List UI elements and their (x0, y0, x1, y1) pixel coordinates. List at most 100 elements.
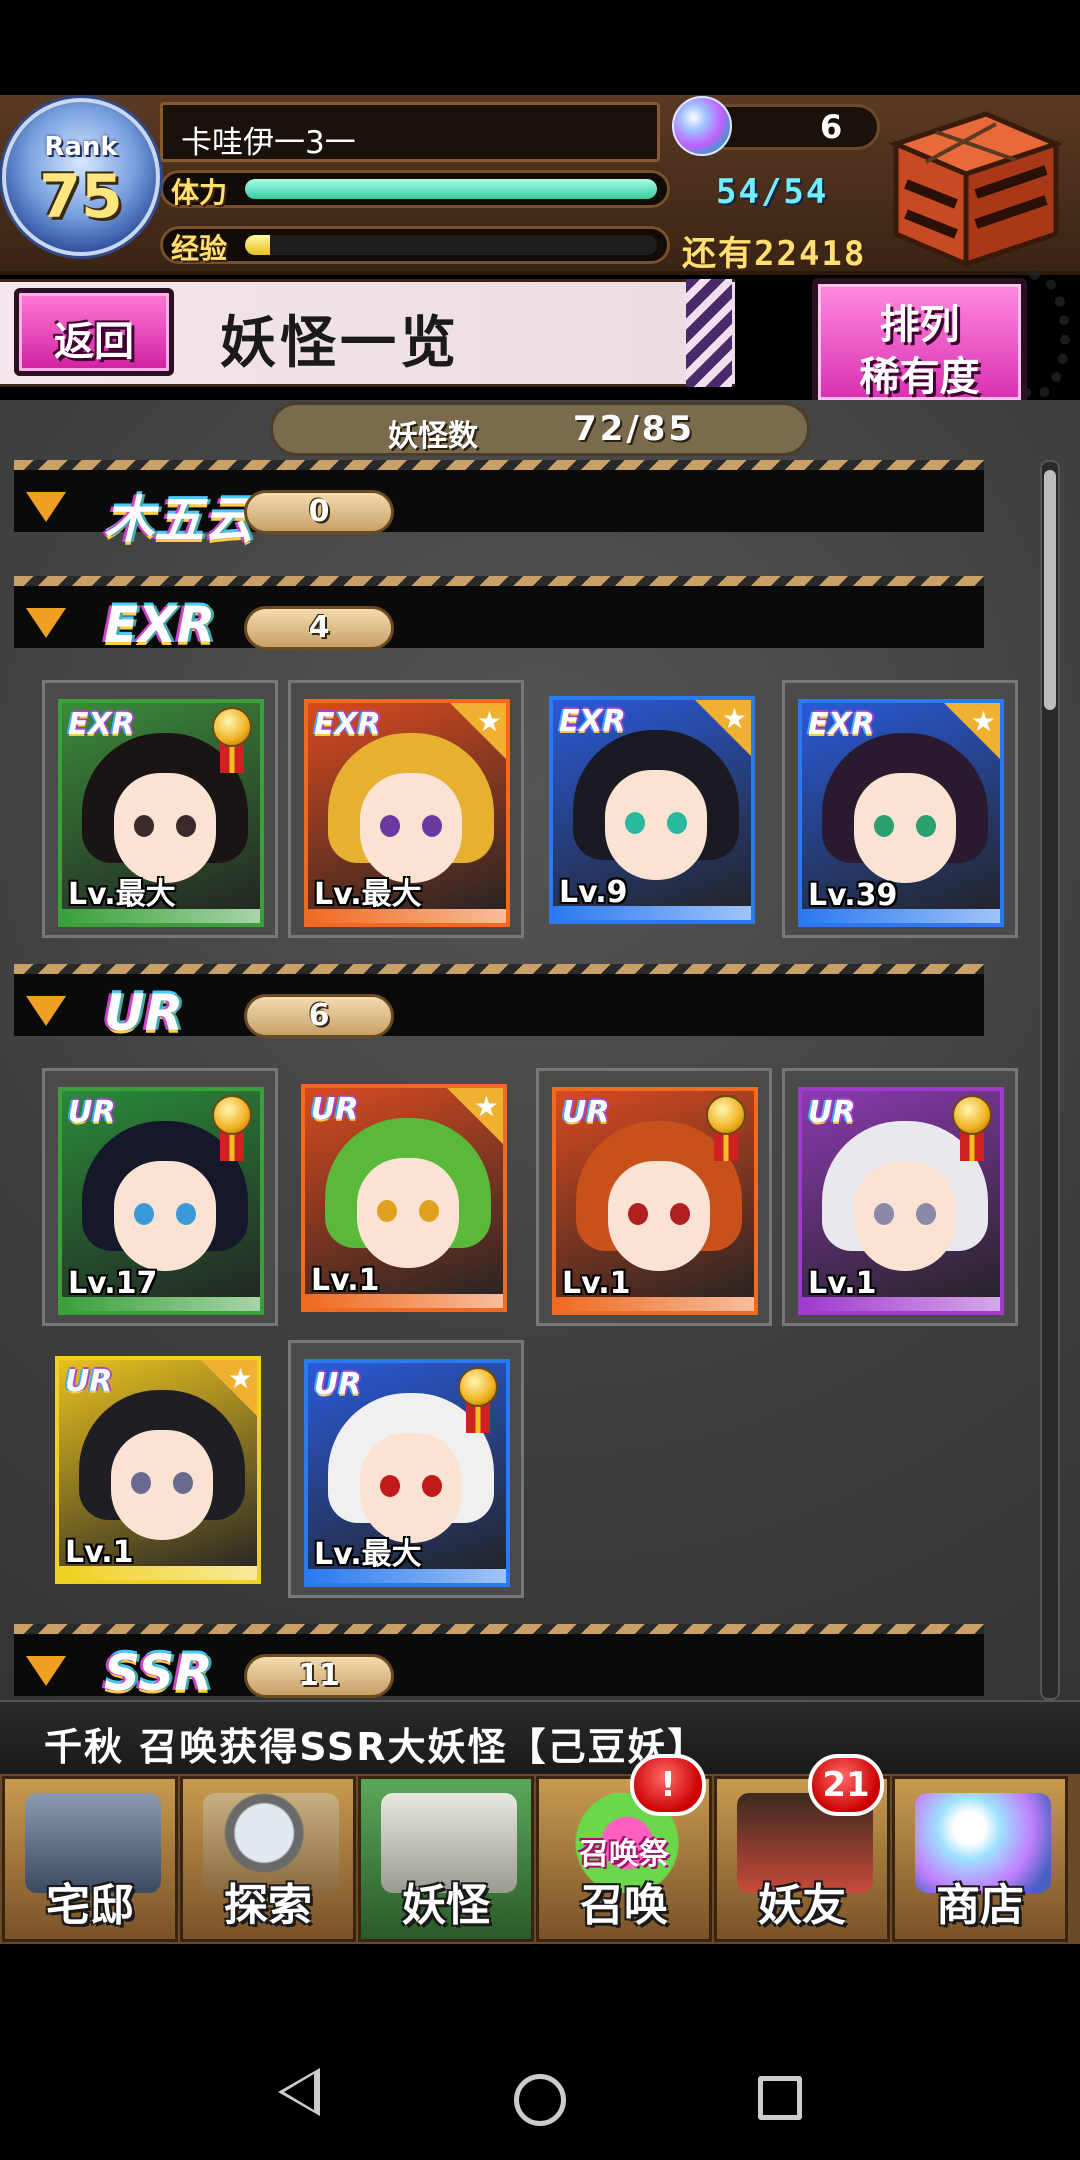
star-icon: ★ (473, 1090, 499, 1123)
level-label: Lv.1 (562, 1266, 631, 1301)
system-back-icon[interactable] (278, 2068, 320, 2116)
nav-label: 妖友 (758, 1880, 846, 1931)
page-title: 妖怪一览 (220, 311, 460, 376)
notification-count: 21 (822, 1765, 870, 1805)
nav-magnifier[interactable]: 探索 (180, 1776, 356, 1942)
nav-label: 宅邸 (46, 1880, 134, 1931)
rarity-section-header[interactable]: SSR 11 (14, 1624, 984, 1702)
eye-shape (419, 1200, 439, 1222)
yokai-count-label: 妖怪数 (388, 419, 478, 454)
eye-shape (874, 1203, 894, 1225)
exp-remaining: 还有22418 (682, 234, 867, 274)
star-icon: ★ (476, 705, 502, 738)
rarity-badge: UR (65, 1364, 113, 1399)
status-bar (0, 0, 1080, 95)
collapse-arrow-icon[interactable] (26, 492, 66, 522)
yokai-card[interactable]: UR Lv.最大 (288, 1340, 524, 1598)
rarity-badge: EXR (559, 704, 626, 739)
face-shape (854, 1161, 956, 1271)
collapse-arrow-icon[interactable] (26, 608, 66, 638)
stamina-label: 体力 (171, 176, 228, 209)
face-shape (608, 1161, 710, 1271)
ribbon-icon (220, 743, 244, 773)
yokai-card[interactable]: ★ EXR Lv.最大 (288, 680, 524, 938)
rarity-section-header[interactable]: UR 6 (14, 964, 984, 1042)
nav-label: 召唤 (580, 1880, 668, 1931)
eye-shape (380, 815, 400, 837)
yokai-card[interactable]: UR Lv.17 (42, 1068, 278, 1326)
notification-badge: ! (630, 1754, 706, 1816)
rarity-badge: EXR (314, 707, 381, 742)
eye-shape (134, 1203, 154, 1225)
rarity-badge: UR (562, 1095, 610, 1130)
rarity-badge: EXR (808, 707, 875, 742)
nav-scroll[interactable]: 妖怪 (358, 1776, 534, 1942)
star-icon: ★ (970, 705, 996, 738)
sort-button[interactable]: 排列 稀有度 (812, 278, 1027, 406)
nav-label: 妖怪 (402, 1880, 490, 1931)
nav-orb[interactable]: 商店 (892, 1776, 1068, 1942)
eye-shape (667, 812, 687, 834)
ribbon-icon (960, 1131, 984, 1161)
rarity-count-value: 11 (298, 1658, 340, 1693)
level-label: Lv.39 (808, 878, 898, 913)
yokai-portrait: ★ EXR Lv.最大 (304, 699, 510, 927)
level-label: Lv.最大 (68, 877, 176, 912)
yokai-portrait: UR Lv.1 (552, 1087, 758, 1315)
star-icon: ★ (721, 702, 747, 735)
eye-shape (670, 1203, 690, 1225)
rank-label: Rank (44, 132, 118, 162)
rarity-badge: EXR (68, 707, 135, 742)
rank-value: 75 (39, 162, 123, 232)
chest-icon[interactable] (876, 104, 1066, 274)
eye-shape (134, 815, 154, 837)
star-icon: ★ (227, 1362, 253, 1395)
collapse-arrow-icon[interactable] (26, 1656, 66, 1686)
yokai-card[interactable]: ★ EXR Lv.9 (536, 680, 772, 938)
rarity-badge: UR (808, 1095, 856, 1130)
eye-shape (916, 815, 936, 837)
yokai-card[interactable]: ★ EXR Lv.39 (782, 680, 1018, 938)
yokai-card[interactable]: UR Lv.1 (536, 1068, 772, 1326)
exp-fill (245, 235, 270, 255)
level-label: Lv.1 (65, 1535, 134, 1570)
rarity-section-header[interactable]: EXR 4 (14, 576, 984, 654)
rarity-count: 11 (244, 1654, 394, 1698)
rarity-label: SSR (104, 1644, 213, 1702)
eye-shape (377, 1200, 397, 1222)
collapse-arrow-icon[interactable] (26, 996, 66, 1026)
exp-label: 经验 (171, 232, 228, 265)
yokai-card[interactable]: EXR Lv.最大 (42, 680, 278, 938)
face-shape (114, 1161, 216, 1271)
eye-shape (916, 1203, 936, 1225)
yokai-card[interactable]: ★ UR Lv.1 (42, 1340, 278, 1598)
medal-icon (706, 1095, 746, 1135)
nav-label: 探索 (224, 1880, 312, 1931)
level-label: Lv.1 (808, 1266, 877, 1301)
level-label: Lv.最大 (314, 877, 422, 912)
yokai-card[interactable]: UR Lv.1 (782, 1068, 1018, 1326)
sort-button-label: 排列 (879, 302, 960, 348)
stamina-bar: 体力 (160, 170, 670, 209)
nav-house[interactable]: 宅邸 (2, 1776, 178, 1942)
ribbon-icon (466, 1403, 490, 1433)
face-shape (605, 770, 707, 880)
news-ticker-text: 千秋 召唤获得SSR大妖怪【己豆妖】 (44, 1725, 708, 1769)
system-home-icon[interactable] (514, 2074, 566, 2126)
scrollbar-thumb[interactable] (1044, 470, 1056, 710)
face-shape (360, 773, 462, 883)
player-name: 卡哇伊一3一 (181, 125, 356, 161)
level-label: Lv.1 (311, 1263, 380, 1298)
notification-badge: 21 (808, 1754, 884, 1816)
rarity-section-header[interactable]: 木五云 0 (14, 460, 984, 549)
summon-festival-label: 召唤祭 (579, 1837, 669, 1872)
yokai-card[interactable]: ★ UR Lv.1 (288, 1068, 524, 1326)
system-recents-icon[interactable] (758, 2076, 802, 2120)
player-name-box: 卡哇伊一3一 (160, 102, 660, 162)
face-shape (114, 773, 216, 883)
rarity-label: 木五云 (104, 491, 254, 549)
news-ticker: 千秋 召唤获得SSR大妖怪【己豆妖】 (0, 1700, 1080, 1774)
medal-icon (212, 1095, 252, 1135)
level-label: Lv.17 (68, 1266, 158, 1301)
back-button[interactable]: 返回 (14, 288, 174, 376)
